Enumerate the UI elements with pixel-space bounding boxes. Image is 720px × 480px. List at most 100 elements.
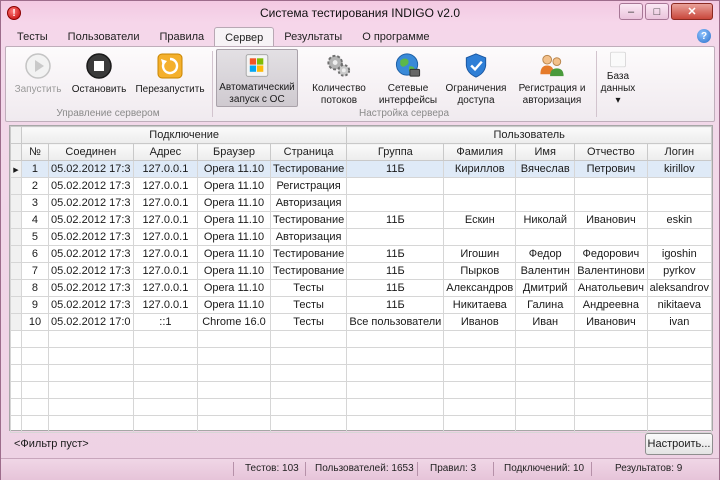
column-header-patronymic[interactable]: Отчество	[574, 143, 648, 161]
tab-tests[interactable]: Тесты	[7, 27, 58, 47]
cell-last-name[interactable]: Пырков	[443, 262, 517, 280]
title-bar[interactable]: ! Система тестирования INDIGO v2.0 – □ ✕	[1, 1, 719, 25]
column-header-browser[interactable]: Браузер	[197, 143, 271, 161]
cell-connected[interactable]: 05.02.2012 17:3	[48, 160, 134, 178]
cell-group[interactable]: 11Б	[346, 262, 445, 280]
cell-connected[interactable]: 05.02.2012 17:3	[48, 245, 134, 263]
cell-patronymic[interactable]: Иванович	[574, 211, 648, 229]
column-header-connected[interactable]: Соединен	[48, 143, 134, 161]
cell-browser[interactable]: Opera 11.10	[197, 160, 271, 178]
cell-connected[interactable]: 05.02.2012 17:3	[48, 262, 134, 280]
cell-group[interactable]	[346, 228, 445, 246]
cell-page[interactable]: Тесты	[269, 313, 348, 331]
cell-browser[interactable]: Opera 11.10	[197, 228, 271, 246]
cell-browser[interactable]: Opera 11.10	[197, 194, 271, 212]
cell-connected[interactable]: 05.02.2012 17:0	[48, 313, 134, 331]
cell-last-name[interactable]: Кириллов	[443, 160, 517, 178]
row-selector[interactable]	[10, 211, 22, 229]
tab-results[interactable]: Результаты	[274, 27, 352, 47]
stop-server-button[interactable]: Остановить	[68, 49, 130, 107]
cell-login[interactable]: igoshin	[646, 245, 713, 263]
access-restrictions-button[interactable]: Ограничения доступа	[442, 49, 510, 107]
cell-patronymic[interactable]: Анатольевич	[574, 279, 648, 297]
cell-first-name[interactable]	[515, 194, 576, 212]
cell-page[interactable]: Тестирование	[269, 245, 348, 263]
table-row[interactable]: ▶ 1 05.02.2012 17:3 127.0.0.1 Opera 11.10 Тес…	[10, 160, 713, 178]
row-selector[interactable]	[10, 194, 22, 212]
cell-page[interactable]: Тестирование	[269, 160, 348, 178]
cell-group[interactable]	[346, 177, 445, 195]
row-selector[interactable]	[10, 228, 22, 246]
cell-first-name[interactable]: Вячеслав	[515, 160, 576, 178]
network-interfaces-button[interactable]: Сетевые интерфейсы	[376, 49, 440, 107]
database-button[interactable]: База данных ▾	[598, 49, 638, 107]
cell-address[interactable]: 127.0.0.1	[132, 160, 199, 178]
cell-last-name[interactable]: Иванов	[443, 313, 517, 331]
column-header-last-name[interactable]: Фамилия	[443, 143, 517, 161]
tab-rules[interactable]: Правила	[149, 27, 214, 47]
cell-first-name[interactable]: Валентин	[515, 262, 576, 280]
cell-browser[interactable]: Chrome 16.0	[197, 313, 271, 331]
cell-group[interactable]: 11Б	[346, 296, 445, 314]
cell-login[interactable]: kirillov	[646, 160, 713, 178]
cell-patronymic[interactable]: Андреевна	[574, 296, 648, 314]
tab-users[interactable]: Пользователи	[58, 27, 150, 47]
cell-group[interactable]: 11Б	[346, 211, 445, 229]
cell-page[interactable]: Тесты	[269, 279, 348, 297]
cell-first-name[interactable]: Николай	[515, 211, 576, 229]
column-header-number[interactable]: №	[20, 143, 50, 161]
configure-button[interactable]: Настроить...	[645, 433, 713, 455]
cell-last-name[interactable]	[443, 177, 517, 195]
table-row[interactable]: 3 05.02.2012 17:3 127.0.0.1 Opera 11.10 Авто…	[10, 194, 713, 212]
table-row[interactable]: 7 05.02.2012 17:3 127.0.0.1 Opera 11.10 Тест…	[10, 262, 713, 280]
cell-browser[interactable]: Opera 11.10	[197, 262, 271, 280]
table-row[interactable]: 4 05.02.2012 17:3 127.0.0.1 Opera 11.10 Тест…	[10, 211, 713, 229]
table-row[interactable]: 2 05.02.2012 17:3 127.0.0.1 Opera 11.10 Реги…	[10, 177, 713, 195]
row-selector[interactable]	[10, 296, 22, 314]
cell-first-name[interactable]	[515, 228, 576, 246]
cell-number[interactable]: 2	[20, 177, 50, 195]
cell-last-name[interactable]	[443, 194, 517, 212]
cell-number[interactable]: 6	[20, 245, 50, 263]
autostart-button[interactable]: Автоматический запуск с ОС	[216, 49, 298, 107]
row-selector[interactable]	[10, 245, 22, 263]
row-selector[interactable]	[10, 279, 22, 297]
row-selector[interactable]	[10, 177, 22, 195]
cell-page[interactable]: Тестирование	[269, 262, 348, 280]
restart-server-button[interactable]: Перезапустить	[134, 49, 206, 107]
cell-browser[interactable]: Opera 11.10	[197, 279, 271, 297]
column-header-address[interactable]: Адрес	[132, 143, 199, 161]
cell-first-name[interactable]: Галина	[515, 296, 576, 314]
column-header-group[interactable]: Группа	[346, 143, 445, 161]
cell-patronymic[interactable]	[574, 194, 648, 212]
minimize-button[interactable]: –	[619, 3, 643, 20]
table-row[interactable]: 9 05.02.2012 17:3 127.0.0.1 Opera 11.10 Тест…	[10, 296, 713, 314]
registration-auth-button[interactable]: Регистрация и авторизация	[512, 49, 592, 107]
table-row[interactable]: 6 05.02.2012 17:3 127.0.0.1 Opera 11.10 Тест…	[10, 245, 713, 263]
tab-about[interactable]: О программе	[352, 27, 439, 47]
cell-connected[interactable]: 05.02.2012 17:3	[48, 279, 134, 297]
table-row[interactable]: 10 05.02.2012 17:0::1 Chrome 16.0 Тесты Все …	[10, 313, 713, 331]
cell-patronymic[interactable]: Федорович	[574, 245, 648, 263]
cell-login[interactable]: aleksandrov	[646, 279, 713, 297]
cell-patronymic[interactable]: Иванович	[574, 313, 648, 331]
cell-page[interactable]: Тестирование	[269, 211, 348, 229]
cell-group[interactable]: 11Б	[346, 160, 445, 178]
table-row[interactable]: 5 05.02.2012 17:3 127.0.0.1 Opera 11.10 Авто…	[10, 228, 713, 246]
cell-connected[interactable]: 05.02.2012 17:3	[48, 211, 134, 229]
cell-patronymic[interactable]	[574, 177, 648, 195]
cell-login[interactable]	[646, 177, 713, 195]
cell-browser[interactable]: Opera 11.10	[197, 211, 271, 229]
cell-address[interactable]: 127.0.0.1	[132, 177, 199, 195]
cell-connected[interactable]: 05.02.2012 17:3	[48, 177, 134, 195]
cell-address[interactable]: 127.0.0.1	[132, 228, 199, 246]
cell-number[interactable]: 9	[20, 296, 50, 314]
cell-last-name[interactable]: Александров	[443, 279, 517, 297]
cell-connected[interactable]: 05.02.2012 17:3	[48, 296, 134, 314]
threads-button[interactable]: Количество потоков	[304, 49, 374, 107]
cell-group[interactable]: Все пользователи	[346, 313, 445, 331]
table-row[interactable]: 8 05.02.2012 17:3 127.0.0.1 Opera 11.10 Тест…	[10, 279, 713, 297]
cell-number[interactable]: 4	[20, 211, 50, 229]
cell-patronymic[interactable]: Валентинови	[574, 262, 648, 280]
cell-page[interactable]: Тесты	[269, 296, 348, 314]
